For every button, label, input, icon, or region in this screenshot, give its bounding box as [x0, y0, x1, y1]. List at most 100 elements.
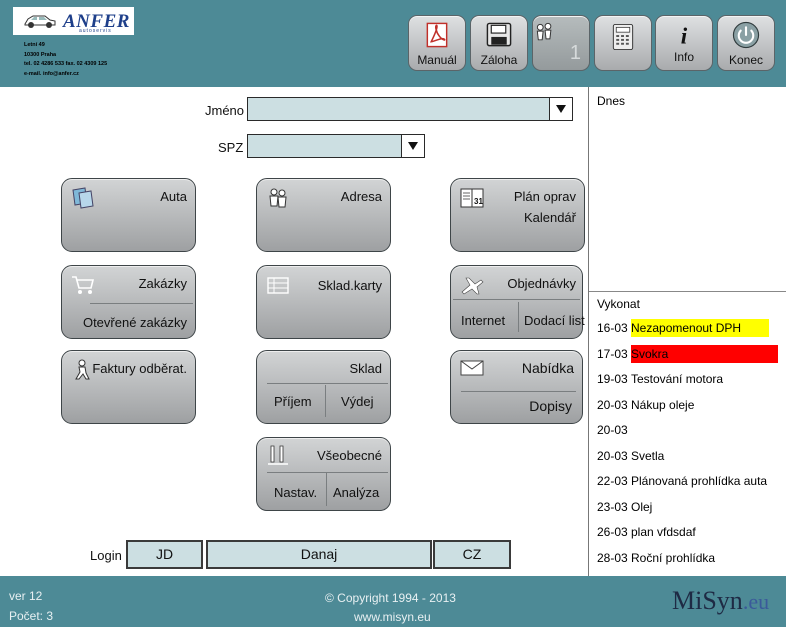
todo-date: 23-03	[597, 500, 628, 514]
footer-bar: ver 12 Počet: 3 © Copyright 1994 - 2013 …	[0, 576, 786, 627]
letters-button[interactable]: Dopisy	[529, 398, 572, 414]
address-line: tel. 02 4286 533 fax. 02 4309 125	[24, 61, 108, 67]
language-button[interactable]: CZ	[433, 540, 511, 569]
chevron-down-icon	[408, 142, 418, 150]
stock-out-button[interactable]: Výdej	[341, 394, 374, 409]
invoices-button[interactable]: Faktury odběrat.	[61, 350, 196, 424]
divider	[461, 391, 576, 392]
todo-item[interactable]: 20-03	[597, 421, 635, 439]
todo-text: Nezapomenout DPH	[631, 319, 770, 337]
todo-item[interactable]: 20-03 Nákup oleje	[597, 396, 698, 414]
offer-label: Nabídka	[521, 360, 574, 376]
copyright-text: © Copyright 1994 - 2013	[325, 591, 456, 605]
divider	[267, 383, 388, 384]
divider	[90, 303, 193, 304]
todo-text: Testování motora	[631, 372, 724, 386]
user-name-field[interactable]: Danaj	[206, 540, 432, 569]
todo-item[interactable]: 17-03 Svokra	[597, 345, 779, 363]
stock-button[interactable]: Sklad Příjem Výdej	[256, 350, 391, 424]
repair-plan-button[interactable]: 31 Plán oprav Kalendář	[450, 178, 585, 252]
brand-ext: .eu	[742, 589, 770, 614]
spz-label: SPZ	[218, 140, 244, 155]
general-button[interactable]: Všeobecné Nastav. Analýza	[256, 437, 391, 511]
repair-plan-label: Plán oprav	[513, 189, 576, 204]
header-bar: ANFER autoservis Letní 49 10300 Praha te…	[0, 0, 786, 87]
cars-icon	[72, 187, 94, 209]
todo-text: Olej	[631, 500, 653, 514]
purchase-orders-label: Objednávky	[507, 276, 576, 291]
todo-date: 20-03	[597, 423, 628, 437]
orders-button[interactable]: Zakázky Otevřené zakázky	[61, 265, 196, 339]
todo-item[interactable]: 20-03 Svetla	[597, 447, 668, 465]
info-label: Info	[673, 50, 694, 64]
address-line: e-mail. info@anfer.cz	[24, 70, 79, 77]
cart-icon	[72, 276, 95, 294]
purchase-orders-button[interactable]: Objednávky Internet Dodací list	[450, 265, 585, 339]
exit-button[interactable]: Konec	[717, 15, 775, 71]
address-label: Adresa	[340, 189, 382, 204]
spz-dropdown-button[interactable]	[401, 135, 424, 157]
manual-button[interactable]: Manuál	[408, 15, 466, 71]
todo-item[interactable]: 22-03 Plánovaná prohlídka auta	[597, 472, 771, 490]
internet-button[interactable]: Internet	[461, 313, 505, 328]
company-logo: ANFER autoservis	[13, 7, 134, 35]
todo-text: plan vfdsdaf	[631, 525, 696, 539]
todo-item[interactable]: 19-03 Testování motora	[597, 370, 727, 388]
stock-label: Sklad	[349, 361, 382, 376]
address-button[interactable]: Adresa	[256, 178, 391, 252]
svg-text:31: 31	[474, 197, 483, 206]
open-orders-button[interactable]: Otevřené zakázky	[83, 315, 187, 330]
info-icon: i	[681, 24, 688, 48]
orders-label: Zakázky	[138, 276, 187, 291]
offer-button[interactable]: Nabídka Dopisy	[450, 350, 583, 424]
todo-item[interactable]: 26-03 plan vfdsdaf	[597, 523, 700, 541]
todo-date: 22-03	[597, 474, 628, 488]
cars-button[interactable]: Auta	[61, 178, 196, 252]
agenda-panel: Dnes Vykonat 16-03 Nezapomenout DPH 17-03…	[588, 87, 786, 576]
chevron-down-icon	[556, 105, 566, 113]
users-button[interactable]: 1	[532, 15, 590, 71]
todo-item[interactable]: 23-03 Olej	[597, 498, 656, 516]
info-button[interactable]: i Info	[655, 15, 713, 71]
cars-label: Auta	[160, 189, 187, 204]
settings-button[interactable]: Nastav.	[274, 485, 317, 500]
stock-cards-label: Sklad.karty	[317, 278, 382, 293]
manual-label: Manuál	[417, 53, 457, 67]
spz-combo[interactable]	[247, 134, 425, 158]
people-icon	[269, 188, 287, 208]
invoices-label: Faktury odběrat.	[92, 361, 187, 376]
version-text: ver 12	[9, 589, 43, 603]
address-line: 10300 Praha	[24, 51, 57, 58]
address-line: Letní 49	[24, 42, 45, 48]
analysis-button[interactable]: Analýza	[333, 485, 379, 500]
stock-in-button[interactable]: Příjem	[274, 394, 312, 409]
car-icon	[24, 15, 56, 28]
calculator-button[interactable]	[594, 15, 652, 71]
count-text: Počet: 3	[9, 609, 54, 623]
todo-item[interactable]: 28-03 Roční prohlídka	[597, 549, 719, 567]
general-label: Všeobecné	[316, 448, 382, 463]
todo-text: Nákup oleje	[631, 398, 695, 412]
todo-item[interactable]: 16-03 Nezapomenout DPH	[597, 319, 770, 337]
divider	[589, 291, 786, 292]
pdf-icon	[426, 22, 448, 48]
delivery-note-button[interactable]: Dodací list	[524, 313, 585, 328]
calculator-icon	[612, 24, 634, 50]
divider	[453, 299, 580, 300]
user-initials-field[interactable]: JD	[126, 540, 203, 569]
airplane-icon	[461, 277, 484, 295]
today-label: Dnes	[597, 94, 626, 108]
name-dropdown-button[interactable]	[549, 98, 572, 120]
todo-date: 19-03	[597, 372, 628, 386]
todo-date: 16-03	[597, 321, 628, 335]
divider	[267, 472, 388, 473]
todo-label: Vykonat	[597, 297, 640, 311]
stock-cards-button[interactable]: Sklad.karty	[256, 265, 391, 339]
company-address: Letní 49 10300 Praha tel. 02 4286 533 fa…	[24, 41, 107, 79]
misyn-logo: MiSyn.eu	[672, 586, 769, 616]
name-combo[interactable]	[247, 97, 573, 121]
tools-icon	[268, 445, 288, 465]
todo-date: 26-03	[597, 525, 628, 539]
calendar-label: Kalendář	[523, 210, 576, 225]
website-link[interactable]: www.misyn.eu	[354, 610, 431, 624]
